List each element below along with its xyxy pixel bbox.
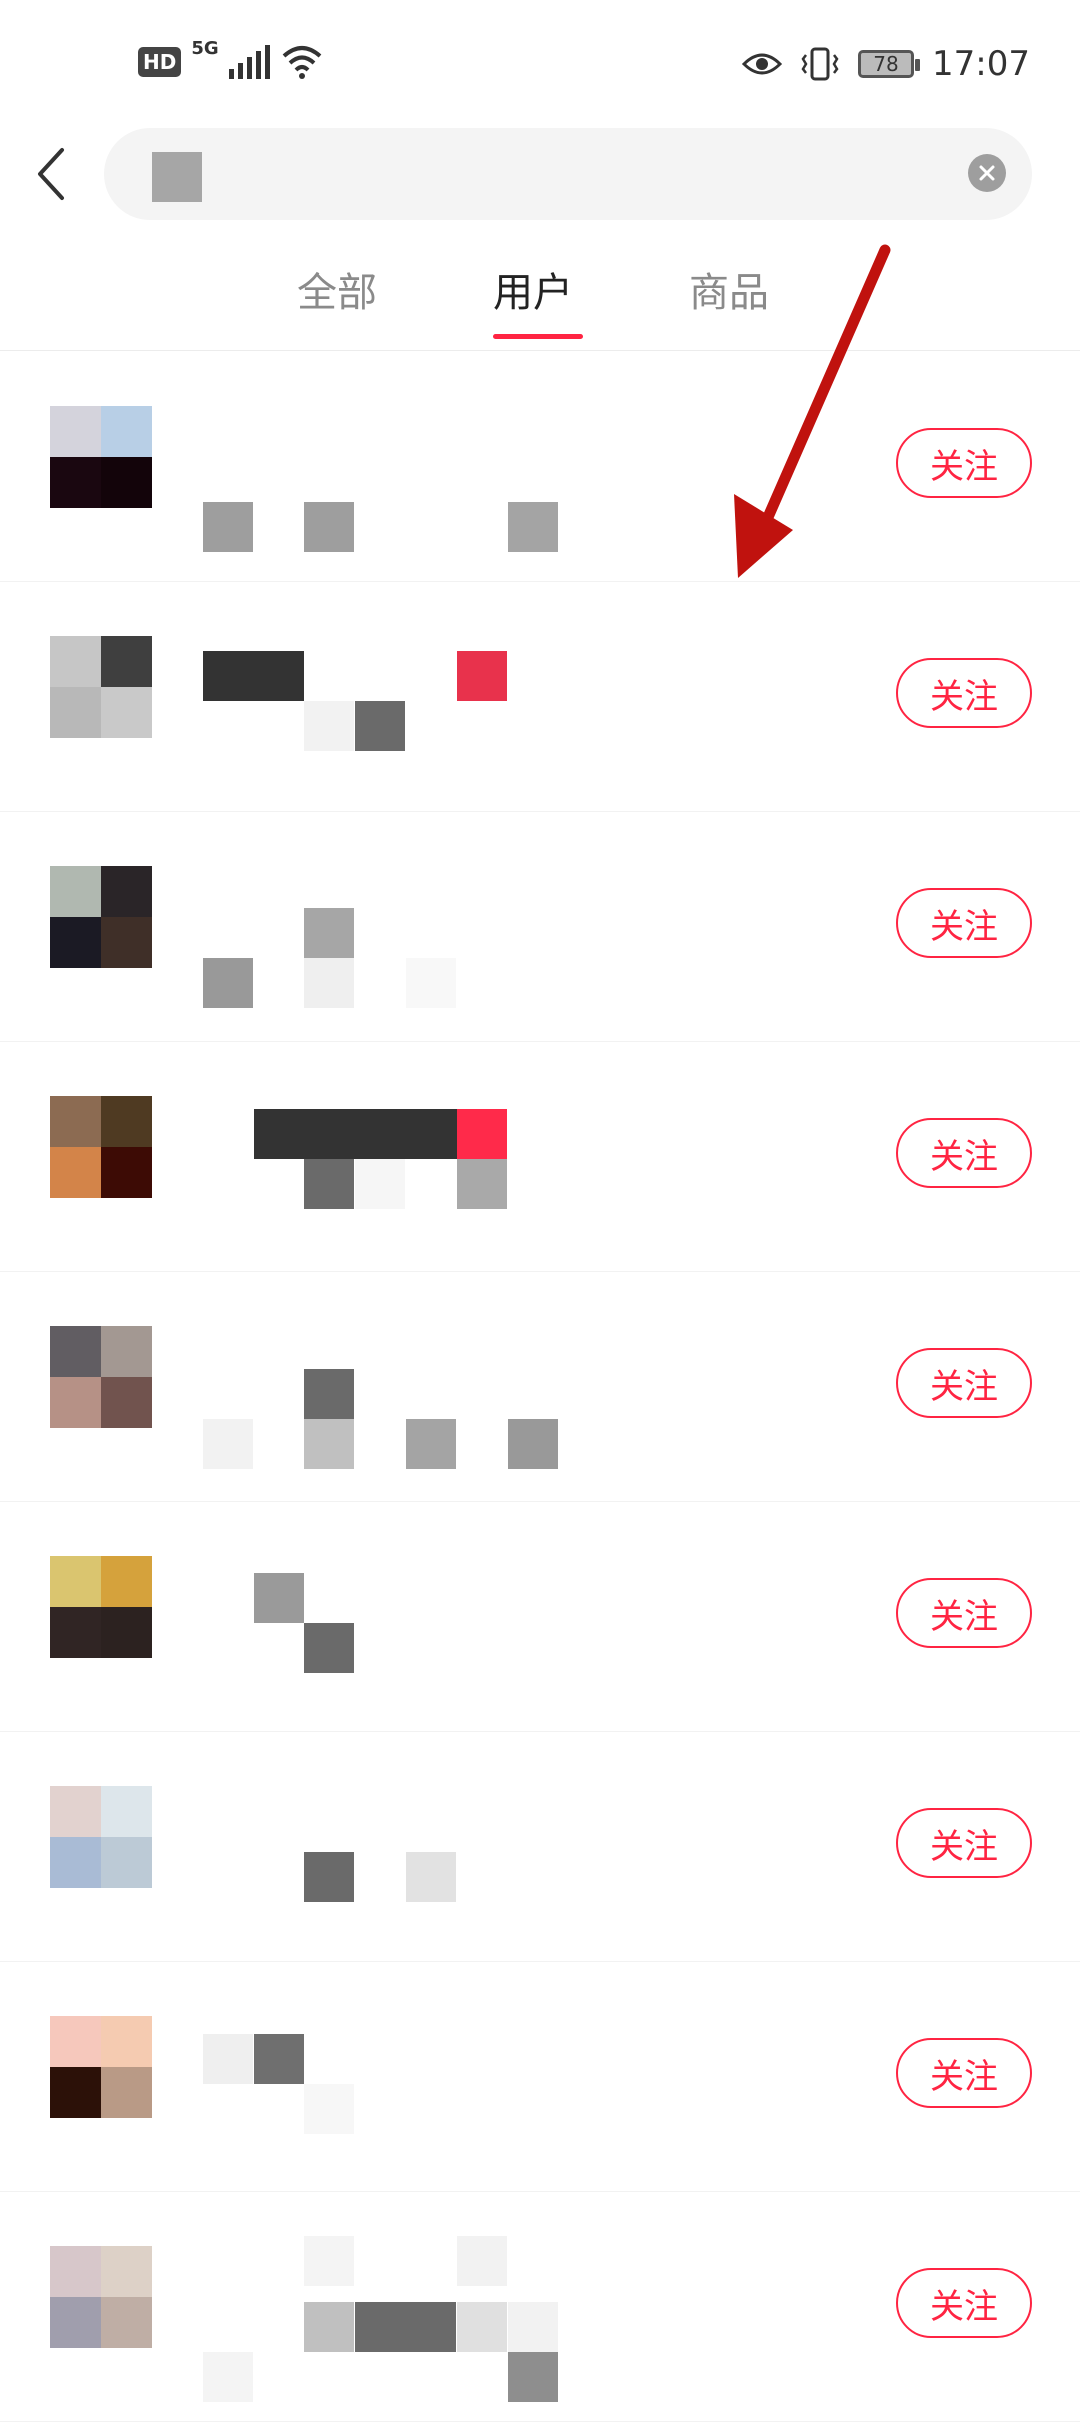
status-right: 78 17:07 (742, 44, 1030, 84)
user-row[interactable]: 关注 (0, 1732, 1080, 1962)
avatar-pixel (101, 1786, 152, 1837)
user-row[interactable]: 关注 (0, 812, 1080, 1042)
avatar-pixel (101, 1607, 152, 1658)
search-query-redacted (152, 152, 202, 202)
avatar-pixel (50, 457, 101, 508)
avatar[interactable] (50, 1786, 152, 1888)
search-row (0, 128, 1080, 220)
user-info-redacted (203, 626, 563, 772)
avatar-pixel (101, 2297, 152, 2348)
user-row[interactable]: 关注 (0, 2192, 1080, 2422)
active-tab-indicator (493, 334, 583, 339)
user-row[interactable]: 关注 (0, 582, 1080, 812)
avatar-pixel (50, 866, 101, 917)
avatar[interactable] (50, 636, 152, 738)
avatar-pixel (50, 406, 101, 457)
user-row[interactable]: 关注 (0, 1502, 1080, 1732)
tab-products[interactable]: 商品 (689, 260, 769, 318)
eye-icon (742, 53, 783, 75)
avatar-pixel (101, 636, 152, 687)
avatar[interactable] (50, 1096, 152, 1198)
user-row[interactable]: 关注 (0, 1272, 1080, 1502)
avatar-pixel (101, 1326, 152, 1377)
user-info-redacted (203, 1546, 563, 1692)
avatar-pixel (50, 1556, 101, 1607)
battery-level: 78 (873, 52, 899, 76)
follow-button[interactable]: 关注 (896, 2268, 1032, 2338)
back-icon[interactable] (30, 144, 74, 204)
user-info-redacted (203, 2006, 563, 2152)
avatar-pixel (101, 406, 152, 457)
clear-search-icon[interactable] (968, 154, 1006, 192)
user-row[interactable]: 关注 (0, 1962, 1080, 2192)
avatar-pixel (50, 1607, 101, 1658)
wifi-icon (282, 46, 321, 79)
avatar[interactable] (50, 406, 152, 508)
avatar-pixel (101, 1556, 152, 1607)
avatar-pixel (50, 917, 101, 968)
avatar-pixel (50, 1837, 101, 1888)
avatar-pixel (101, 917, 152, 968)
follow-button[interactable]: 关注 (896, 1578, 1032, 1648)
avatar-pixel (50, 687, 101, 738)
avatar[interactable] (50, 866, 152, 968)
follow-button[interactable]: 关注 (896, 1348, 1032, 1418)
network-type: 5G (191, 37, 219, 59)
clock: 17:07 (932, 44, 1030, 84)
tab-users[interactable]: 用户 (493, 260, 573, 318)
user-row[interactable]: 关注 (0, 352, 1080, 582)
user-info-redacted (203, 1316, 563, 1469)
avatar-pixel (101, 2016, 152, 2067)
avatar-pixel (101, 1096, 152, 1147)
follow-button[interactable]: 关注 (896, 888, 1032, 958)
avatar[interactable] (50, 2016, 152, 2118)
avatar-pixel (50, 636, 101, 687)
avatar-pixel (50, 1147, 101, 1198)
hd-badge: HD (138, 47, 182, 77)
search-input[interactable] (104, 128, 1032, 220)
vibrate-icon (801, 47, 839, 81)
tab-all[interactable]: 全部 (297, 260, 377, 318)
avatar-pixel (50, 2246, 101, 2297)
battery-icon: 78 (858, 50, 921, 78)
avatar-pixel (101, 1837, 152, 1888)
avatar-pixel (101, 687, 152, 738)
user-info-redacted (203, 1086, 563, 1232)
signal-icon (228, 45, 270, 79)
avatar[interactable] (50, 2246, 152, 2348)
avatar-pixel (50, 2067, 101, 2118)
avatar-pixel (50, 1326, 101, 1377)
avatar-pixel (101, 2067, 152, 2118)
avatar-pixel (50, 2016, 101, 2067)
user-info-redacted (203, 856, 563, 1008)
follow-button[interactable]: 关注 (896, 428, 1032, 498)
avatar-pixel (101, 457, 152, 508)
avatar-pixel (50, 2297, 101, 2348)
avatar[interactable] (50, 1326, 152, 1428)
user-info-redacted (203, 2236, 563, 2402)
avatar-pixel (101, 1377, 152, 1428)
follow-button[interactable]: 关注 (896, 658, 1032, 728)
tab-bar: 全部 用户 商品 (0, 240, 1080, 351)
avatar-pixel (50, 1096, 101, 1147)
follow-button[interactable]: 关注 (896, 2038, 1032, 2108)
status-bar: HD 5G 78 17:07 (0, 0, 1080, 120)
user-row[interactable]: 关注 (0, 1042, 1080, 1272)
avatar-pixel (50, 1786, 101, 1837)
follow-button[interactable]: 关注 (896, 1118, 1032, 1188)
user-info-redacted (203, 396, 563, 552)
status-left: HD 5G (138, 38, 324, 80)
follow-button[interactable]: 关注 (896, 1808, 1032, 1878)
avatar-pixel (101, 866, 152, 917)
avatar[interactable] (50, 1556, 152, 1658)
avatar-pixel (101, 2246, 152, 2297)
user-list: 关注 关注 关注 关注 关注 关注 关注 关注 关注 (0, 352, 1080, 2422)
user-info-redacted (203, 1776, 563, 1922)
avatar-pixel (101, 1147, 152, 1198)
avatar-pixel (50, 1377, 101, 1428)
